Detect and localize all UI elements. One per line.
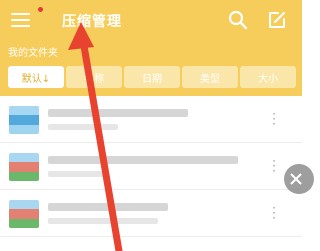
red-arrow-icon — [68, 22, 123, 251]
